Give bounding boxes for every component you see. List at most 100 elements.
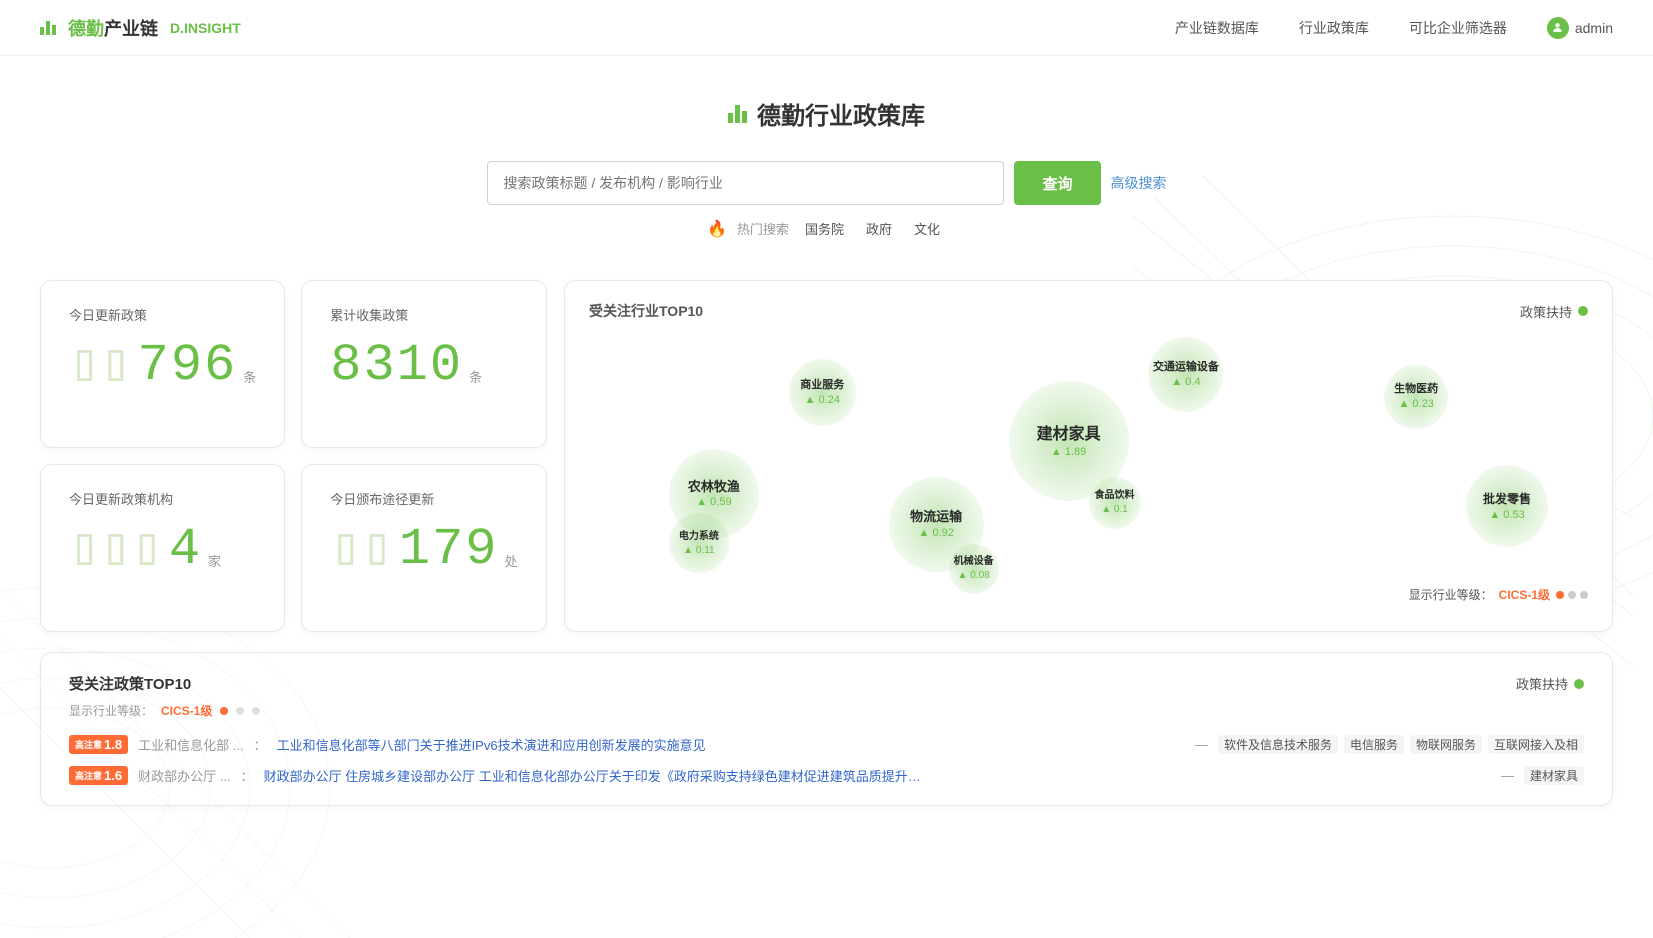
bubble-chart-title: 受关注行业TOP10 <box>589 301 703 321</box>
bottom-cics-label: CICS-1级 <box>161 702 212 719</box>
stats-grid: 今日更新政策 ▯▯ 796 条 累计收集政策 8310 条 今日更新政策机构 <box>40 280 540 632</box>
policy-item-1: 高注意 1.6 财政部办公厅 ... ： 财政部办公厅 住房城乡建设部办公厅 工… <box>69 766 1584 785</box>
score-label-0: 高注意 <box>75 738 102 751</box>
score-num-1: 1.6 <box>104 768 122 783</box>
bottom-green-dot <box>1574 679 1584 689</box>
stat-label-4: 今日颁布途径更新 <box>330 489 517 508</box>
nav-user[interactable]: admin <box>1547 17 1613 39</box>
bottom-badge-label: 政策扶持 <box>1516 674 1568 693</box>
stat-unit-3: 家 <box>208 551 221 570</box>
policy-item-0: 高注意 1.8 工业和信息化部 ... ： 工业和信息化部等八部门关于推进IPv… <box>69 735 1584 754</box>
advanced-search-link[interactable]: 高级搜索 <box>1111 173 1167 193</box>
policy-dash-1: — <box>1501 768 1514 783</box>
hot-tag-0[interactable]: 国务院 <box>799 217 850 240</box>
policy-dash-0: — <box>1195 737 1208 752</box>
cics-level-label: CICS-1级 <box>1499 586 1550 603</box>
main-nav: 产业链数据库 行业政策库 可比企业筛选器 admin <box>1175 17 1613 39</box>
level-indicator: 显示行业等级： CICS-1级 <box>1409 586 1588 603</box>
page-title-area: 德勤行业政策库 <box>0 56 1653 151</box>
bubble-jiaotong[interactable]: 交通运输设备 ▲ 0.4 <box>1148 337 1223 412</box>
bottom-header: 受关注政策TOP10 政策扶持 <box>69 673 1584 694</box>
stat-unit-2: 条 <box>469 367 482 386</box>
hot-tag-1[interactable]: 政府 <box>860 217 898 240</box>
bubble-header: 受关注行业TOP10 政策扶持 <box>589 301 1588 321</box>
bubble-shipin[interactable]: 食品饮料 ▲ 0.1 <box>1089 477 1141 529</box>
stat-unit-1: 条 <box>243 367 256 386</box>
nav-item-company-filter[interactable]: 可比企业筛选器 <box>1409 18 1507 38</box>
nav-item-industry-db[interactable]: 产业链数据库 <box>1175 18 1259 38</box>
username-label: admin <box>1575 20 1613 36</box>
policy-tag-0-3[interactable]: 互联网接入及相 <box>1488 735 1584 754</box>
page-title-text: 德勤行业政策库 <box>757 96 925 131</box>
stat-value-row-3: ▯▯▯ 4 家 <box>69 524 256 576</box>
bubble-shangye[interactable]: 商业服务 ▲ 0.24 <box>789 359 856 426</box>
policy-tag-1-0[interactable]: 建材家具 <box>1524 766 1584 785</box>
policy-support-label: 政策扶持 <box>1520 302 1572 321</box>
digit-placeholder-1: ▯▯ <box>69 340 132 392</box>
stat-label-3: 今日更新政策机构 <box>69 489 256 508</box>
bubble-pifa[interactable]: 批发零售 ▲ 0.53 <box>1466 465 1548 547</box>
title-bar-icon <box>728 105 747 123</box>
stat-value-row-4: ▯▯ 179 处 <box>330 524 517 576</box>
search-button[interactable]: 查询 <box>1014 161 1100 205</box>
policy-tag-0-1[interactable]: 电信服务 <box>1344 735 1404 754</box>
bottom-title: 受关注政策TOP10 <box>69 673 191 694</box>
stat-card-total-policy: 累计收集政策 8310 条 <box>301 280 546 448</box>
policy-sep-1: ： <box>241 766 254 785</box>
policy-publisher-1: 财政部办公厅 ... <box>138 766 230 785</box>
score-badge-0: 高注意 1.8 <box>69 735 128 754</box>
header: 德勤产业链 D.INSIGHT 产业链数据库 行业政策库 可比企业筛选器 adm… <box>0 0 1653 56</box>
policy-title-0[interactable]: 工业和信息化部等八部门关于推进IPv6技术演进和应用创新发展的实施意见 <box>277 735 1185 754</box>
bubble-jixie[interactable]: 机械设备 ▲ 0.08 <box>949 544 999 594</box>
digit-placeholder-4: ▯▯ <box>330 524 393 576</box>
bubble-shengwu[interactable]: 生物医药 ▲ 0.23 <box>1384 365 1448 429</box>
search-input[interactable] <box>487 161 1005 205</box>
logo-dinsight: D.INSIGHT <box>170 20 241 36</box>
hot-tag-2[interactable]: 文化 <box>908 217 946 240</box>
digit-value-4: 179 <box>399 524 499 576</box>
stat-card-publisher: 今日更新政策机构 ▯▯▯ 4 家 <box>40 464 285 632</box>
hot-search-row: 🔥 热门搜索 国务院 政府 文化 <box>707 217 946 240</box>
policy-tag-0-0[interactable]: 软件及信息技术服务 <box>1218 735 1338 754</box>
search-area: 查询 高级搜索 🔥 热门搜索 国务院 政府 文化 <box>0 151 1653 260</box>
level-dot-2 <box>1568 591 1576 599</box>
digit-value-3: 4 <box>169 524 202 576</box>
bottom-dot-active <box>220 707 228 715</box>
score-num-0: 1.8 <box>104 737 122 752</box>
policy-publisher-0: 工业和信息化部 ... <box>138 735 243 754</box>
policy-title-1[interactable]: 财政部办公厅 住房城乡建设部办公厅 工业和信息化部办公厅关于印发《政府采购支持绿… <box>264 766 1491 785</box>
bubble-dianli[interactable]: 电力系统 ▲ 0.11 <box>669 513 729 573</box>
bottom-policy-badge: 政策扶持 <box>1516 674 1584 693</box>
bottom-section: 受关注政策TOP10 政策扶持 显示行业等级： CICS-1级 高注意 1.8 … <box>40 652 1613 806</box>
score-badge-1: 高注意 1.6 <box>69 766 128 785</box>
stat-value-row-1: ▯▯ 796 条 <box>69 340 256 392</box>
policy-list: 高注意 1.8 工业和信息化部 ... ： 工业和信息化部等八部门关于推进IPv… <box>69 735 1584 785</box>
level-dot-3 <box>1580 591 1588 599</box>
policy-tags-0: 软件及信息技术服务 电信服务 物联网服务 互联网接入及相 <box>1218 735 1584 754</box>
policy-tag-0-2[interactable]: 物联网服务 <box>1410 735 1482 754</box>
stat-card-daily-policy: 今日更新政策 ▯▯ 796 条 <box>40 280 285 448</box>
nav-item-policy-db[interactable]: 行业政策库 <box>1299 18 1369 38</box>
bottom-dot-inactive-2 <box>252 707 260 715</box>
bottom-level-label: 显示行业等级： <box>69 702 153 719</box>
level-label: 显示行业等级： <box>1409 586 1493 603</box>
bottom-dot-inactive-1 <box>236 707 244 715</box>
score-label-1: 高注意 <box>75 769 102 782</box>
stat-label-2: 累计收集政策 <box>330 305 517 324</box>
digit-placeholder-3: ▯▯▯ <box>69 524 163 576</box>
level-dots <box>1556 591 1588 599</box>
stat-unit-4: 处 <box>505 551 518 570</box>
stat-label-1: 今日更新政策 <box>69 305 256 324</box>
bubble-canvas: 建材家具 ▲ 1.89 物流运输 ▲ 0.92 农林牧渔 ▲ 0.59 批发零售… <box>589 331 1588 611</box>
green-dot-badge <box>1578 306 1588 316</box>
logo-text: 德勤产业链 <box>68 15 158 41</box>
policy-sep-0: ： <box>254 735 267 754</box>
stat-value-row-2: 8310 条 <box>330 340 517 392</box>
bubble-section: 受关注行业TOP10 政策扶持 建材家具 ▲ 1.89 物流运输 ▲ 0.92 <box>564 280 1613 632</box>
logo: 德勤产业链 D.INSIGHT <box>40 15 241 41</box>
hot-label: 热门搜索 <box>737 219 789 238</box>
policy-support-badge: 政策扶持 <box>1520 302 1588 321</box>
user-icon <box>1547 17 1569 39</box>
content-row: 今日更新政策 ▯▯ 796 条 累计收集政策 8310 条 今日更新政策机构 <box>0 260 1653 632</box>
stat-card-channel: 今日颁布途径更新 ▯▯ 179 处 <box>301 464 546 632</box>
